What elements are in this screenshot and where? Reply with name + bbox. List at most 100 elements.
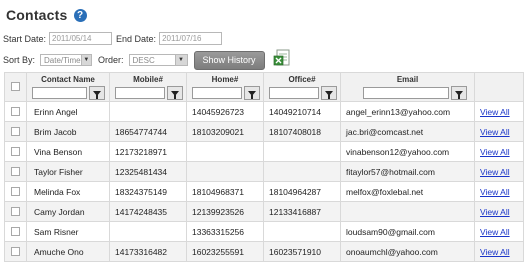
view-all-cell: View All — [474, 201, 524, 222]
table-row[interactable]: Brim Jacob 18654774744 18103209021 18107408… — [4, 121, 524, 142]
view-all-link[interactable]: View All — [480, 127, 510, 137]
home-text: 18103209021 — [192, 126, 245, 137]
select-all-checkbox[interactable] — [11, 82, 20, 91]
email-text: jac.bri@comcast.net — [346, 126, 424, 137]
filter-funnel-icon — [93, 90, 101, 99]
show-history-button[interactable]: Show History — [193, 50, 265, 70]
sort-by-select[interactable]: Date/Time ▼ — [40, 54, 93, 66]
office-filter-input[interactable] — [269, 87, 319, 99]
row-checkbox[interactable] — [11, 147, 20, 156]
office-cell: 18107408018 — [263, 121, 341, 142]
table-row[interactable]: Erinn Angel 14045926723 14049210714 angel_e… — [4, 101, 524, 122]
view-all-cell: View All — [474, 241, 524, 262]
row-checkbox[interactable] — [11, 127, 20, 136]
sort-controls: Sort By: Date/Time ▼ Order: DESC ▼ Show … — [3, 49, 291, 70]
office-text: 12133416887 — [269, 206, 322, 217]
table-row[interactable]: Taylor Fisher 12325481434 fitaylor57@hotma… — [4, 161, 524, 182]
email-cell: angel_erinn13@yahoo.com — [340, 101, 475, 122]
home-text: 18104968371 — [192, 186, 245, 197]
mobile-text: 12325481434 — [115, 166, 168, 177]
contact-name-cell: Vina Benson — [26, 141, 110, 162]
date-range: Start Date: End Date: — [3, 32, 226, 45]
select-all-header — [4, 72, 27, 102]
contact-name-cell: Melinda Fox — [26, 181, 110, 202]
mobile-cell — [109, 221, 187, 242]
mobile-filter-input[interactable] — [115, 87, 165, 99]
start-date-label: Start Date: — [3, 33, 47, 44]
table-row[interactable]: Amuche Ono 14173316482 16023255591 16023571… — [4, 241, 524, 262]
email-text: onoaumchl@yahoo.com — [346, 246, 438, 257]
row-checkbox[interactable] — [11, 207, 20, 216]
row-checkbox[interactable] — [11, 247, 20, 256]
name-filter-input[interactable] — [32, 87, 87, 99]
row-checkbox[interactable] — [11, 107, 20, 116]
table-row[interactable]: Sam Risner 13363315256 loudsam90@gmail.com… — [4, 221, 524, 242]
column-header-mobile: Mobile# — [109, 72, 187, 102]
office-cell — [263, 221, 341, 242]
filter-button[interactable] — [89, 86, 105, 100]
view-all-cell: View All — [474, 161, 524, 182]
contact-name-cell: Sam Risner — [26, 221, 110, 242]
view-all-cell: View All — [474, 221, 524, 242]
table-row[interactable]: Camy Jordan 14174248435 12139923526 1213341… — [4, 201, 524, 222]
home-text: 13363315256 — [192, 226, 245, 237]
row-checkbox[interactable] — [11, 227, 20, 236]
filter-button[interactable] — [244, 86, 260, 100]
help-icon[interactable]: ? — [73, 8, 87, 22]
row-checkbox-cell — [4, 221, 27, 242]
end-date-label: End Date: — [116, 33, 157, 44]
view-all-link[interactable]: View All — [480, 187, 510, 197]
column-label: Home# — [211, 75, 239, 84]
mobile-cell: 18654774744 — [109, 121, 187, 142]
contact-name-text: Erinn Angel — [34, 106, 78, 117]
home-text: 16023255591 — [192, 246, 245, 257]
table-header-row: Contact Name Mobile# Home# Office# Email — [4, 72, 524, 102]
email-cell: onoaumchl@yahoo.com — [340, 241, 475, 262]
mobile-cell: 18324375149 — [109, 181, 187, 202]
row-checkbox[interactable] — [11, 167, 20, 176]
column-label: Office# — [288, 75, 316, 84]
row-checkbox[interactable] — [11, 187, 20, 196]
end-date-input[interactable] — [159, 32, 223, 45]
filter-button[interactable] — [167, 86, 183, 100]
page-title: Contacts — [6, 7, 68, 23]
office-cell: 12133416887 — [263, 201, 341, 222]
view-all-link[interactable]: View All — [480, 207, 510, 217]
mobile-cell: 12173218971 — [109, 141, 187, 162]
email-text: vinabenson12@yahoo.com — [346, 146, 450, 157]
view-all-link[interactable]: View All — [480, 227, 510, 237]
home-filter-input[interactable] — [192, 87, 242, 99]
email-filter-input[interactable] — [363, 87, 449, 99]
view-all-link[interactable]: View All — [480, 147, 510, 157]
home-cell: 14045926723 — [186, 101, 264, 122]
order-label: Order: — [98, 55, 124, 65]
table-row[interactable]: Vina Benson 12173218971 vinabenson12@yahoo… — [4, 141, 524, 162]
filter-button[interactable] — [321, 86, 337, 100]
contact-name-cell: Brim Jacob — [26, 121, 110, 142]
email-cell — [340, 201, 475, 222]
table-row[interactable]: Melinda Fox 18324375149 18104968371 1810496… — [4, 181, 524, 202]
contact-name-text: Taylor Fisher — [34, 166, 83, 177]
excel-export-icon[interactable] — [273, 49, 291, 67]
filter-funnel-icon — [325, 90, 333, 99]
chevron-down-icon: ▼ — [174, 55, 187, 65]
view-all-link[interactable]: View All — [480, 107, 510, 117]
order-select[interactable]: DESC ▼ — [128, 54, 188, 66]
contact-name-cell: Erinn Angel — [26, 101, 110, 122]
office-cell: 14049210714 — [263, 101, 341, 122]
email-text: loudsam90@gmail.com — [346, 226, 435, 237]
row-checkbox-cell — [4, 181, 27, 202]
mobile-cell: 14174248435 — [109, 201, 187, 222]
mobile-text: 12173218971 — [115, 146, 168, 157]
view-all-link[interactable]: View All — [480, 167, 510, 177]
view-all-link[interactable]: View All — [480, 247, 510, 257]
start-date-input[interactable] — [49, 32, 113, 45]
column-label: Mobile# — [133, 75, 163, 84]
filter-button[interactable] — [451, 86, 467, 100]
email-text: angel_erinn13@yahoo.com — [346, 106, 451, 117]
column-header-home: Home# — [186, 72, 264, 102]
filter-funnel-icon — [171, 90, 179, 99]
mobile-cell: 12325481434 — [109, 161, 187, 182]
email-cell: loudsam90@gmail.com — [340, 221, 475, 242]
mobile-cell: 14173316482 — [109, 241, 187, 262]
